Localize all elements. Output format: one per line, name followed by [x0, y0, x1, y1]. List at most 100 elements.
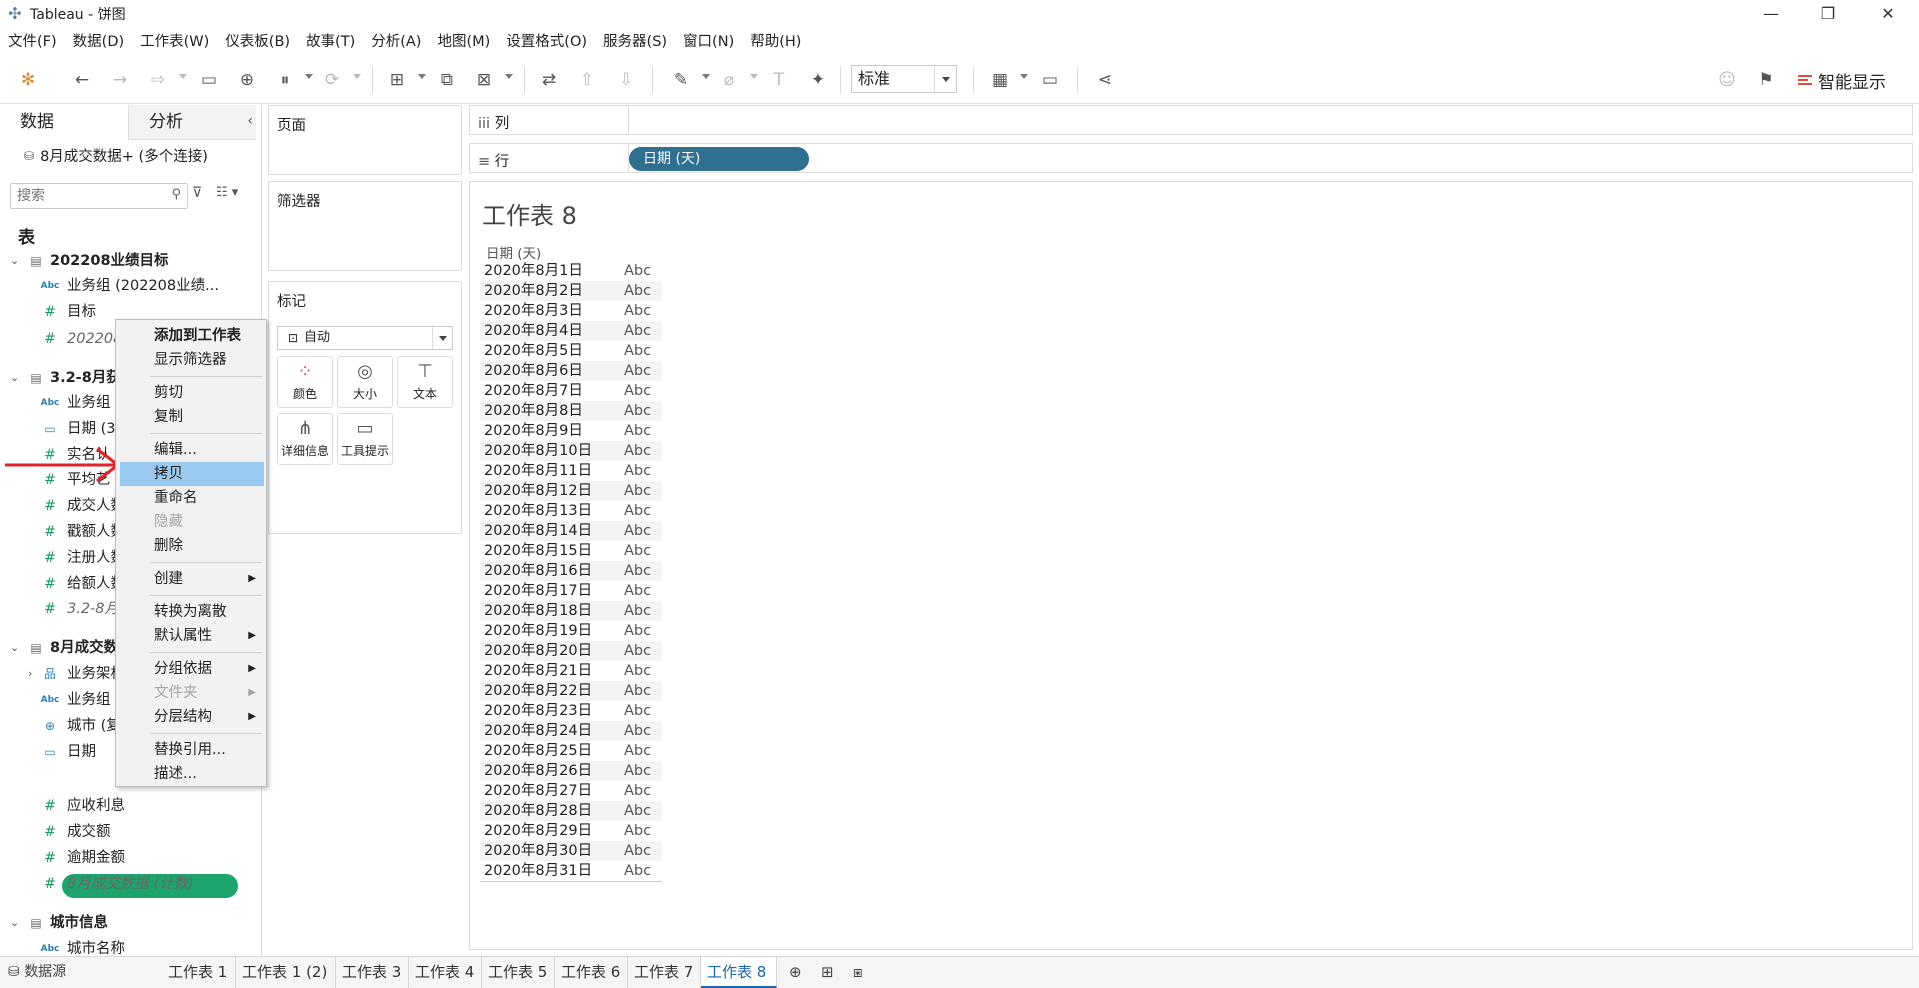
show-hide-cards-icon[interactable]: ▦ — [988, 68, 1012, 92]
search-field[interactable]: ⚲ — [10, 183, 188, 209]
replay-icon[interactable]: ⇨ — [146, 68, 170, 92]
table-row[interactable]: 2020年8月3日 Abc — [480, 301, 662, 321]
abc-placeholder-cell[interactable]: Abc — [624, 401, 651, 421]
abc-placeholder-cell[interactable]: Abc — [624, 781, 651, 801]
group-caret-icon[interactable] — [750, 74, 758, 79]
abc-placeholder-cell[interactable]: Abc — [624, 381, 651, 401]
date-cell[interactable]: 2020年8月24日 — [484, 721, 592, 741]
new-datasource-icon[interactable]: ⊕ — [235, 68, 259, 92]
tooltip-button[interactable]: ▭ 工具提示 — [337, 413, 393, 465]
abc-placeholder-cell[interactable]: Abc — [624, 501, 651, 521]
fix-axes-icon[interactable]: ✦ — [806, 68, 830, 92]
pause-caret-icon[interactable] — [305, 74, 313, 79]
tab-data[interactable]: 数据 — [0, 105, 128, 140]
cards-caret-icon[interactable] — [1020, 74, 1028, 79]
restore-button[interactable]: ❐ — [1800, 0, 1856, 28]
abc-placeholder-cell[interactable]: Abc — [624, 321, 651, 341]
context-menu-item[interactable]: 拷贝 — [120, 462, 264, 486]
clear-caret-icon[interactable] — [505, 74, 513, 79]
menu-server[interactable]: 服务器(S) — [595, 28, 675, 56]
sheet-tab[interactable]: 工作表 1 (2) — [236, 957, 336, 988]
date-cell[interactable]: 2020年8月31日 — [484, 861, 592, 881]
replay-caret-icon[interactable] — [179, 74, 187, 79]
new-story-tab-icon[interactable]: ⧆ — [853, 963, 863, 981]
menu-dashboard[interactable]: 仪表板(B) — [217, 28, 298, 56]
abc-placeholder-cell[interactable]: Abc — [624, 361, 651, 381]
sheet-tab[interactable]: 工作表 1 — [162, 957, 236, 988]
presentation-mode-icon[interactable]: ▭ — [1038, 68, 1062, 92]
table-row[interactable]: 2020年8月8日 Abc — [480, 401, 662, 421]
date-cell[interactable]: 2020年8月28日 — [484, 801, 592, 821]
sheet-tab[interactable]: 工作表 8 — [701, 957, 777, 988]
table-row[interactable]: 2020年8月15日 Abc — [480, 541, 662, 561]
date-cell[interactable]: 2020年8月5日 — [484, 341, 583, 361]
sheet-tab[interactable]: 工作表 4 — [409, 957, 482, 988]
new-worksheet-tab-icon[interactable]: ⊕ — [789, 963, 802, 981]
date-cell[interactable]: 2020年8月12日 — [484, 481, 592, 501]
color-button[interactable]: ⁘ 颜色 — [277, 356, 333, 408]
detail-button[interactable]: ⋔ 详细信息 — [277, 413, 333, 465]
menu-map[interactable]: 地图(M) — [429, 28, 498, 56]
abc-placeholder-cell[interactable]: Abc — [624, 721, 651, 741]
context-menu-item[interactable]: 重命名 — [120, 486, 264, 510]
table-row[interactable]: 2020年8月25日 Abc — [480, 741, 662, 761]
new-dashboard-tab-icon[interactable]: ⊞ — [821, 963, 834, 981]
date-cell[interactable]: 2020年8月10日 — [484, 441, 592, 461]
view-options-icon[interactable]: ☷ ▾ — [216, 185, 238, 200]
context-menu-item[interactable]: 复制 — [120, 405, 264, 429]
sheet-title[interactable]: 工作表 8 — [482, 196, 577, 231]
date-cell[interactable]: 2020年8月19日 — [484, 621, 592, 641]
tableau-home-icon[interactable]: ✻ — [16, 68, 40, 92]
highlight-caret-icon[interactable] — [702, 74, 710, 79]
table-row[interactable]: 2020年8月30日 Abc — [480, 841, 662, 861]
table-row[interactable]: 2020年8月26日 Abc — [480, 761, 662, 781]
field-row[interactable]: # 成交额 — [0, 820, 250, 844]
chevron-right-icon[interactable]: › — [28, 662, 32, 686]
undo-icon[interactable]: ← — [70, 68, 94, 92]
table-row[interactable]: 2020年8月16日 Abc — [480, 561, 662, 581]
date-cell[interactable]: 2020年8月1日 — [484, 261, 583, 281]
abc-placeholder-cell[interactable]: Abc — [624, 601, 651, 621]
context-menu-item[interactable]: 替换引用... — [120, 738, 264, 762]
field-row[interactable]: # 逾期金额 — [0, 846, 250, 870]
chevron-down-icon[interactable]: ⌄ — [10, 911, 19, 935]
menu-analysis[interactable]: 分析(A) — [363, 28, 429, 56]
context-menu-item[interactable]: 删除 — [120, 534, 264, 558]
save-icon[interactable]: ▭ — [197, 68, 221, 92]
abc-placeholder-cell[interactable]: Abc — [624, 861, 651, 881]
menu-window[interactable]: 窗口(N) — [675, 28, 742, 56]
sheet-tab[interactable]: 工作表 6 — [555, 957, 628, 988]
abc-placeholder-cell[interactable]: Abc — [624, 541, 651, 561]
sheet-tab[interactable]: 工作表 5 — [482, 957, 555, 988]
ask-data-icon[interactable]: ☺ — [1715, 68, 1739, 92]
date-cell[interactable]: 2020年8月23日 — [484, 701, 592, 721]
context-menu-item[interactable]: 创建 ▶ — [120, 567, 264, 591]
chevron-down-icon[interactable]: ⌄ — [10, 636, 19, 660]
date-cell[interactable]: 2020年8月27日 — [484, 781, 592, 801]
date-cell[interactable]: 2020年8月20日 — [484, 641, 592, 661]
abc-placeholder-cell[interactable]: Abc — [624, 761, 651, 781]
columns-shelf[interactable]: iii 列 — [469, 105, 1913, 135]
refresh-icon[interactable]: ⟳ — [320, 68, 344, 92]
group-members-icon[interactable]: ⌀ — [717, 68, 741, 92]
filters-card[interactable]: 筛选器 — [268, 181, 462, 271]
tab-analysis[interactable]: 分析 — [128, 105, 256, 140]
table-row[interactable]: 2020年8月12日 Abc — [480, 481, 662, 501]
date-cell[interactable]: 2020年8月26日 — [484, 761, 592, 781]
field-row[interactable]: #8月成交数据 (计数) — [0, 872, 250, 896]
table-row[interactable]: 2020年8月20日 Abc — [480, 641, 662, 661]
table-row[interactable]: 2020年8月23日 Abc — [480, 701, 662, 721]
abc-placeholder-cell[interactable]: Abc — [624, 441, 651, 461]
table-row[interactable]: 2020年8月1日 Abc — [480, 261, 662, 281]
date-cell[interactable]: 2020年8月18日 — [484, 601, 592, 621]
table-row[interactable]: 2020年8月27日 Abc — [480, 781, 662, 801]
abc-placeholder-cell[interactable]: Abc — [624, 661, 651, 681]
table-row[interactable]: 2020年8月14日 Abc — [480, 521, 662, 541]
close-button[interactable]: ✕ — [1860, 0, 1916, 28]
datasource-tab[interactable]: ⛁ 数据源 — [8, 957, 66, 988]
table-row[interactable]: 2020年8月29日 Abc — [480, 821, 662, 841]
row-pill-date-day[interactable]: 日期 (天) — [629, 147, 809, 171]
date-cell[interactable]: 2020年8月22日 — [484, 681, 592, 701]
text-button[interactable]: ⊤ 文本 — [397, 356, 453, 408]
search-input[interactable] — [11, 184, 161, 208]
